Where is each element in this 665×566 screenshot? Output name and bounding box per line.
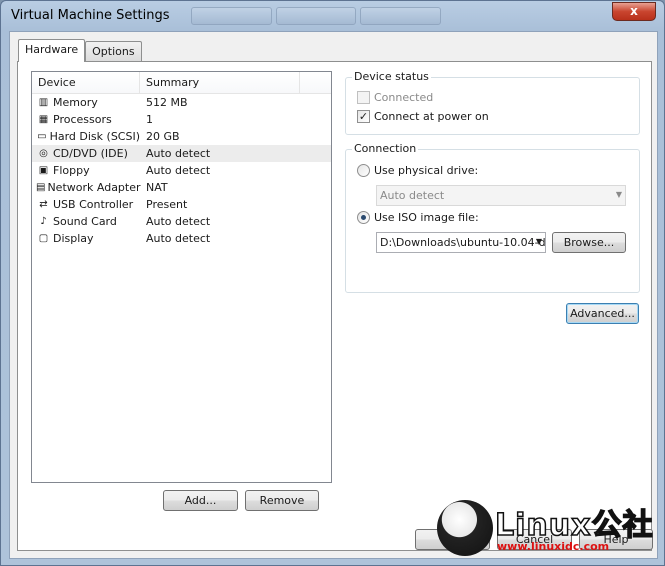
title-bar[interactable]: Virtual Machine Settings x (1, 1, 664, 31)
device-name: Processors (53, 113, 112, 126)
device-summary: Auto detect (146, 232, 211, 245)
device-list-header: Device Summary (32, 72, 331, 94)
display-icon: ▢ (38, 233, 49, 244)
penguin-logo-icon (437, 500, 493, 556)
device-row-processors[interactable]: ▦ Processors 1 (32, 111, 331, 128)
device-name: Sound Card (53, 215, 117, 228)
column-header-summary[interactable]: Summary (140, 72, 300, 93)
tab-hardware[interactable]: Hardware (18, 39, 86, 62)
device-row-display[interactable]: ▢ Display Auto detect (32, 230, 331, 247)
connect-at-power-on-label: Connect at power on (374, 110, 489, 123)
device-status-group: Device status Connected ✓ Connect at pow… (345, 70, 640, 135)
cd-dvd-icon: ◎ (39, 148, 48, 159)
device-summary: Auto detect (146, 215, 211, 228)
device-status-legend: Device status (352, 70, 431, 83)
device-summary: 512 MB (146, 96, 188, 109)
use-iso-image-label: Use ISO image file: (374, 211, 479, 224)
vm-settings-window: Virtual Machine Settings x Hardware Opti… (0, 0, 665, 566)
memory-icon: ▥ (38, 97, 49, 108)
window-title: Virtual Machine Settings (11, 8, 170, 23)
device-name-cell: ⇄ USB Controller (32, 198, 140, 212)
sound-card-icon: ♪ (40, 216, 47, 227)
iso-path-combo[interactable]: D:\Downloads\ubuntu-10.04-d ▼ (376, 232, 546, 253)
physical-drive-select[interactable]: Auto detect ▼ (376, 185, 626, 206)
chevron-down-icon: ▼ (615, 190, 622, 199)
device-name-cell: ▭ Hard Disk (SCSI) (32, 130, 140, 144)
device-row-sound-card[interactable]: ♪ Sound Card Auto detect (32, 213, 331, 230)
device-name-cell: ▢ Display (32, 232, 140, 246)
dialog-client-area: Hardware Options Device Summary ▥ Memory 5… (9, 31, 658, 559)
advanced-button[interactable]: Advanced... (566, 303, 639, 324)
device-name-cell: ♪ Sound Card (32, 215, 140, 229)
device-summary: Present (146, 198, 188, 211)
device-summary: Auto detect (146, 147, 211, 160)
connected-checkbox-box[interactable] (357, 91, 370, 104)
device-name: Display (53, 232, 94, 245)
device-rows: ▥ Memory 512 MB ▦ Processors 1 ▭ Hard Disk (SCS… (32, 94, 331, 247)
device-name: USB Controller (53, 198, 134, 211)
device-row-hard-disk-scsi[interactable]: ▭ Hard Disk (SCSI) 20 GB (32, 128, 331, 145)
device-name: Hard Disk (SCSI) (49, 130, 140, 143)
device-name-cell: ▣ Floppy (32, 164, 140, 178)
tab-strip: Hardware Options (18, 39, 142, 62)
hardware-panel: Device Summary ▥ Memory 512 MB ▦ Processors 1… (17, 61, 652, 551)
connected-label: Connected (374, 91, 434, 104)
hard-disk-icon: ▭ (37, 131, 47, 142)
connection-group: Connection Use physical drive: Auto dete… (345, 142, 640, 293)
browse-button[interactable]: Browse... (552, 232, 626, 253)
watermark-url: www.linuxidc.com (497, 540, 610, 553)
device-row-floppy[interactable]: ▣ Floppy Auto detect (32, 162, 331, 179)
network-adapter-icon: ▤ (36, 182, 46, 193)
device-name: CD/DVD (IDE) (53, 147, 128, 160)
floppy-icon: ▣ (38, 165, 49, 176)
close-button[interactable]: x (612, 2, 656, 21)
chevron-down-icon[interactable]: ▼ (536, 237, 542, 246)
use-physical-drive-radio[interactable]: Use physical drive: (357, 164, 478, 177)
device-row-network-adapter[interactable]: ▤ Network Adapter NAT (32, 179, 331, 196)
iso-path-value[interactable]: D:\Downloads\ubuntu-10.04-d (380, 236, 545, 249)
iso-radio-circle[interactable] (357, 211, 370, 224)
connect-at-power-on-checkbox[interactable]: ✓ Connect at power on (357, 110, 489, 123)
usb-icon: ⇄ (39, 199, 48, 210)
device-summary: NAT (146, 181, 168, 194)
use-iso-image-radio[interactable]: Use ISO image file: (357, 211, 479, 224)
processor-icon: ▦ (38, 114, 49, 125)
watermark-brand: Linux公社 (494, 507, 654, 544)
physical-drive-value: Auto detect (380, 189, 445, 202)
device-name: Network Adapter (47, 181, 141, 194)
column-header-device[interactable]: Device (32, 72, 140, 93)
device-row-memory[interactable]: ▥ Memory 512 MB (32, 94, 331, 111)
connected-checkbox[interactable]: Connected (357, 91, 433, 104)
tab-options[interactable]: Options (85, 41, 142, 61)
device-list[interactable]: Device Summary ▥ Memory 512 MB ▦ Processors 1… (31, 71, 332, 483)
device-row-usb-controller[interactable]: ⇄ USB Controller Present (32, 196, 331, 213)
device-name-cell: ▦ Processors (32, 113, 140, 127)
checkmark-icon[interactable]: ✓ (357, 110, 370, 123)
device-name-cell: ▥ Memory (32, 96, 140, 110)
device-name: Memory (53, 96, 98, 109)
physical-drive-radio-circle[interactable] (357, 164, 370, 177)
device-summary: 20 GB (146, 130, 180, 143)
device-name-cell: ◎ CD/DVD (IDE) (32, 147, 140, 161)
linuxidc-watermark: Linux公社 www.linuxidc.com (435, 498, 665, 566)
add-device-button[interactable]: Add... (163, 490, 238, 511)
device-name-cell: ▤ Network Adapter (32, 181, 141, 195)
background-taskbar-tabs (191, 7, 442, 25)
connection-legend: Connection (352, 142, 419, 155)
use-physical-drive-label: Use physical drive: (374, 164, 479, 177)
remove-device-button[interactable]: Remove (245, 490, 319, 511)
device-name: Floppy (53, 164, 90, 177)
device-summary: Auto detect (146, 164, 211, 177)
device-row-cd-dvd-ide[interactable]: ◎ CD/DVD (IDE) Auto detect (32, 145, 331, 162)
device-summary: 1 (146, 113, 153, 126)
